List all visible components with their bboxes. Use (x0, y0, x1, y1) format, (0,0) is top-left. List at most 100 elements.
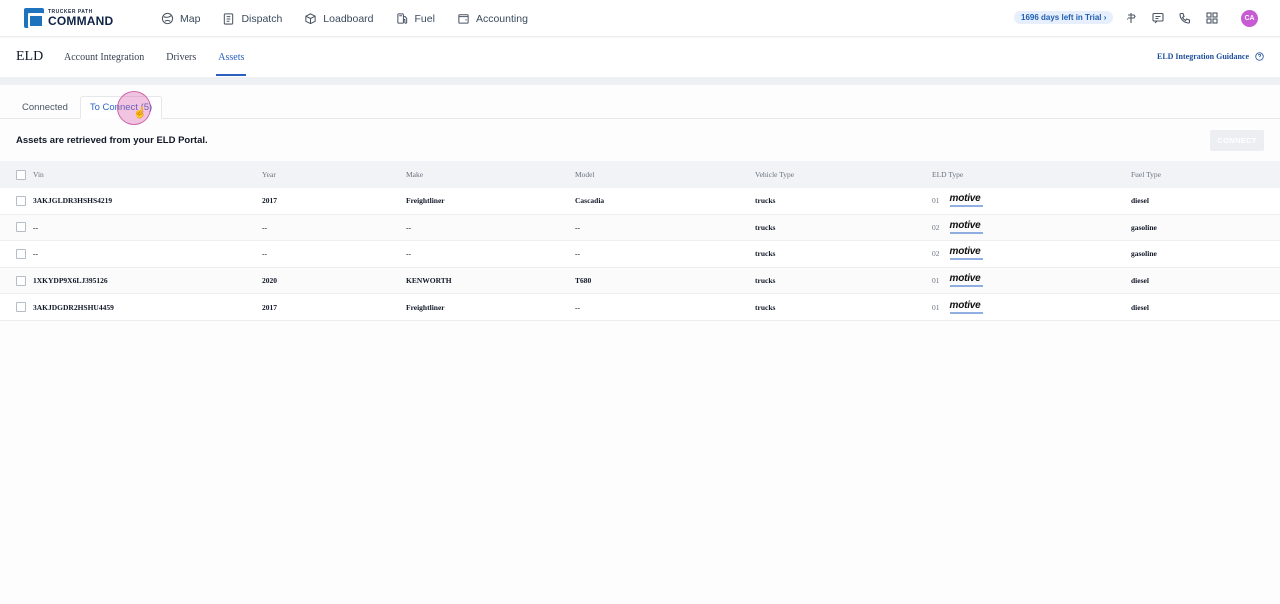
user-avatar[interactable]: CA (1241, 10, 1258, 27)
nav-item-map[interactable]: Map (161, 12, 200, 25)
motive-logo: motive (949, 220, 983, 234)
clipboard-icon (224, 13, 234, 25)
cell-make: -- (406, 249, 411, 259)
header-vehicle-type: Vehicle Type (755, 170, 795, 179)
signpost-icon[interactable] (1124, 11, 1138, 25)
header-eld-type: ELD Type (932, 170, 964, 179)
motive-logo-tagline (949, 258, 983, 261)
motive-logo-text: motive (949, 246, 981, 258)
cell-vin: 3AKJGLDR3HSHS4219 (33, 196, 113, 206)
motive-logo: motive (949, 274, 983, 288)
table-body: 3AKJGLDR3HSHS4219 2017 Freightliner Cascadi… (0, 188, 1280, 321)
row-checkbox[interactable] (16, 275, 26, 286)
hand-cursor-icon: ☝ (133, 107, 147, 119)
header-make: Make (406, 170, 424, 179)
row-checkbox[interactable] (16, 248, 26, 259)
cell-eld-type: 01 motive (932, 268, 983, 294)
command-logo[interactable]: TRUCKER PATH COMMAND (24, 8, 113, 28)
eld-tabs: Account Integration Drivers Assets (64, 38, 266, 77)
nav-label: Accounting (475, 12, 528, 25)
table-row[interactable]: 3AKJGLDR3HSHS4219 2017 Freightliner Cascadi… (0, 188, 1280, 215)
cell-vin: 3AKJDGDR2HSHU4459 (33, 302, 114, 312)
cell-year: 2017 (262, 302, 277, 312)
motive-logo-text: motive (949, 193, 981, 205)
page-title: ELD (16, 49, 44, 64)
info-text: Assets are retrieved from your ELD Porta… (16, 135, 208, 146)
cell-make: Freightliner (406, 302, 445, 312)
eld-number: 01 (932, 276, 940, 286)
motive-logo-tagline (949, 311, 983, 314)
select-all-checkbox[interactable] (16, 169, 26, 180)
eld-number: 01 (932, 302, 940, 312)
cell-year: -- (262, 249, 267, 259)
row-checkbox[interactable] (16, 195, 26, 206)
motive-logo: motive (949, 246, 983, 261)
cell-eld-type: 01 motive (932, 188, 983, 214)
nav-label: Map (180, 12, 201, 25)
cell-vehicle-type: trucks (755, 249, 776, 259)
wallet-icon (458, 14, 469, 24)
cell-model: -- (575, 302, 580, 312)
cell-eld-type: 02 motive (932, 215, 983, 241)
cell-model: -- (575, 249, 580, 259)
cell-fuel-type: diesel (1131, 302, 1149, 312)
cell-fuel-type: diesel (1131, 276, 1149, 286)
motive-logo-tagline (949, 285, 983, 288)
eld-subheader: ELD Account Integration Drivers Assets E… (0, 38, 1280, 77)
header-model: Model (575, 170, 595, 179)
nav-item-dispatch[interactable]: Dispatch (222, 12, 282, 25)
tab-assets[interactable]: Assets (216, 38, 247, 77)
table-row[interactable]: -- -- -- -- trucks 02 motive gasoline (0, 214, 1280, 242)
guidance-label: ELD Integration Guidance (1156, 52, 1249, 61)
help-icon (1255, 52, 1264, 61)
nav-label: Dispatch (241, 12, 283, 25)
motive-logo: motive (949, 193, 983, 208)
table-row[interactable]: -- -- -- -- trucks 02 motive gasoline (0, 241, 1280, 268)
nav-label: Fuel (414, 12, 435, 25)
header-vin: Vin (33, 170, 44, 179)
connect-button[interactable]: CONNECT (1210, 130, 1264, 151)
logo-title: COMMAND (48, 13, 114, 28)
cell-make: Freightliner (406, 196, 445, 206)
eld-guidance-link[interactable]: ELD Integration Guidance (1157, 52, 1264, 61)
main-nav: Map Dispatch Loadboard Fuel Accounting (161, 0, 550, 37)
cell-vin: 1XKYDP9X6LJ395126 (33, 276, 108, 286)
cell-vin: -- (33, 249, 38, 259)
nav-item-accounting[interactable]: Accounting (457, 12, 528, 25)
cell-vehicle-type: trucks (755, 302, 776, 312)
motive-logo: motive (949, 299, 983, 314)
cell-make: -- (406, 222, 411, 232)
motive-logo-tagline (949, 205, 983, 208)
divider (0, 77, 1280, 85)
motive-logo-text: motive (949, 299, 981, 311)
header-year: Year (262, 170, 276, 179)
cell-model: -- (575, 222, 580, 232)
cell-year: -- (262, 222, 267, 232)
table-header: Vin Year Make Model Vehicle Type ELD Typ… (0, 161, 1280, 188)
fuel-icon (396, 13, 407, 24)
table-row[interactable]: 1XKYDP9X6LJ395126 2020 KENWORTH T680 trucks 0… (0, 267, 1280, 295)
nav-item-loadboard[interactable]: Loadboard (304, 12, 374, 25)
row-checkbox[interactable] (16, 222, 26, 233)
apps-grid-icon[interactable] (1205, 11, 1219, 25)
cell-vin: -- (33, 222, 38, 232)
cell-fuel-type: gasoline (1131, 222, 1157, 232)
trial-badge[interactable]: 1696 days left in Trial › (1014, 11, 1114, 24)
tab-drivers[interactable]: Drivers (166, 38, 196, 77)
cell-fuel-type: diesel (1131, 196, 1149, 206)
phone-icon[interactable] (1178, 11, 1192, 25)
logo-mark-icon (24, 8, 44, 28)
tab-connected[interactable]: Connected (14, 96, 76, 119)
tab-account-integration[interactable]: Account Integration (64, 38, 144, 77)
cell-vehicle-type: trucks (755, 196, 776, 206)
cell-eld-type: 02 motive (932, 241, 983, 267)
assets-table: Vin Year Make Model Vehicle Type ELD Typ… (0, 161, 1280, 321)
cell-make: KENWORTH (406, 276, 452, 286)
table-row[interactable]: 3AKJDGDR2HSHU4459 2017 Freightliner -- truck… (0, 294, 1280, 321)
nav-item-fuel[interactable]: Fuel (396, 12, 435, 25)
row-checkbox[interactable] (16, 302, 26, 313)
cell-vehicle-type: trucks (755, 276, 776, 286)
message-icon[interactable] (1151, 11, 1165, 25)
cell-vehicle-type: trucks (755, 222, 776, 232)
box-icon (305, 13, 316, 25)
